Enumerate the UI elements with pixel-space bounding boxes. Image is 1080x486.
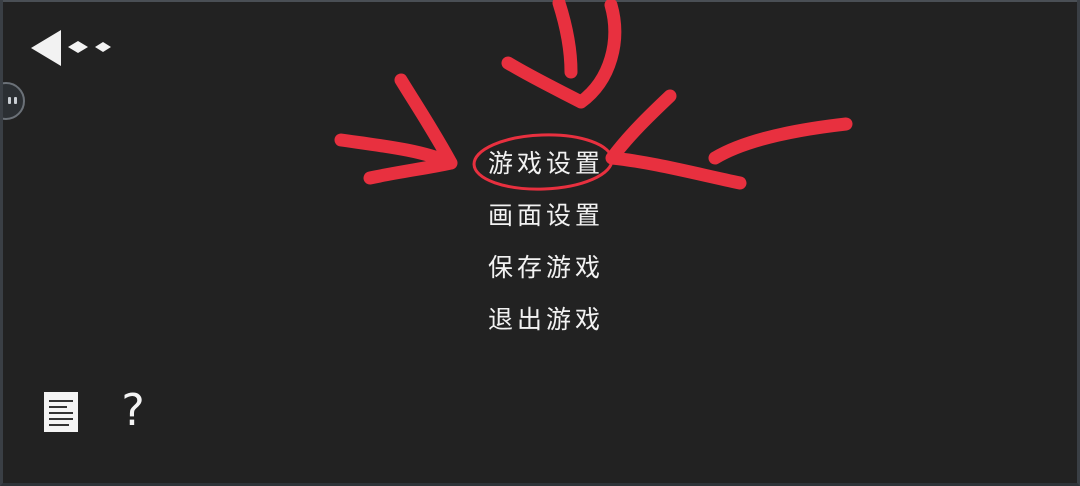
game-pause-screen: 游戏设置 画面设置 保存游戏 退出游戏 ? (0, 0, 1080, 486)
pause-icon (8, 97, 20, 105)
menu-item-quit-game[interactable]: 退出游戏 (473, 296, 623, 348)
menu-item-game-settings[interactable]: 游戏设置 (473, 140, 623, 192)
left-arrow-mark (334, 73, 458, 185)
menu-item-display-settings[interactable]: 画面设置 (473, 192, 623, 244)
right-arrow-mark (605, 89, 853, 190)
pause-menu: 游戏设置 画面设置 保存游戏 退出游戏 (473, 140, 623, 348)
document-icon[interactable] (44, 392, 78, 432)
floating-assist-button[interactable] (3, 82, 25, 120)
menu-item-save-game[interactable]: 保存游戏 (473, 244, 623, 296)
help-icon[interactable]: ? (115, 384, 151, 438)
window-top-edge (3, 0, 1077, 2)
top-arrow-mark (501, 0, 622, 109)
back-button[interactable] (29, 28, 119, 68)
back-triangle-icon (31, 30, 111, 66)
